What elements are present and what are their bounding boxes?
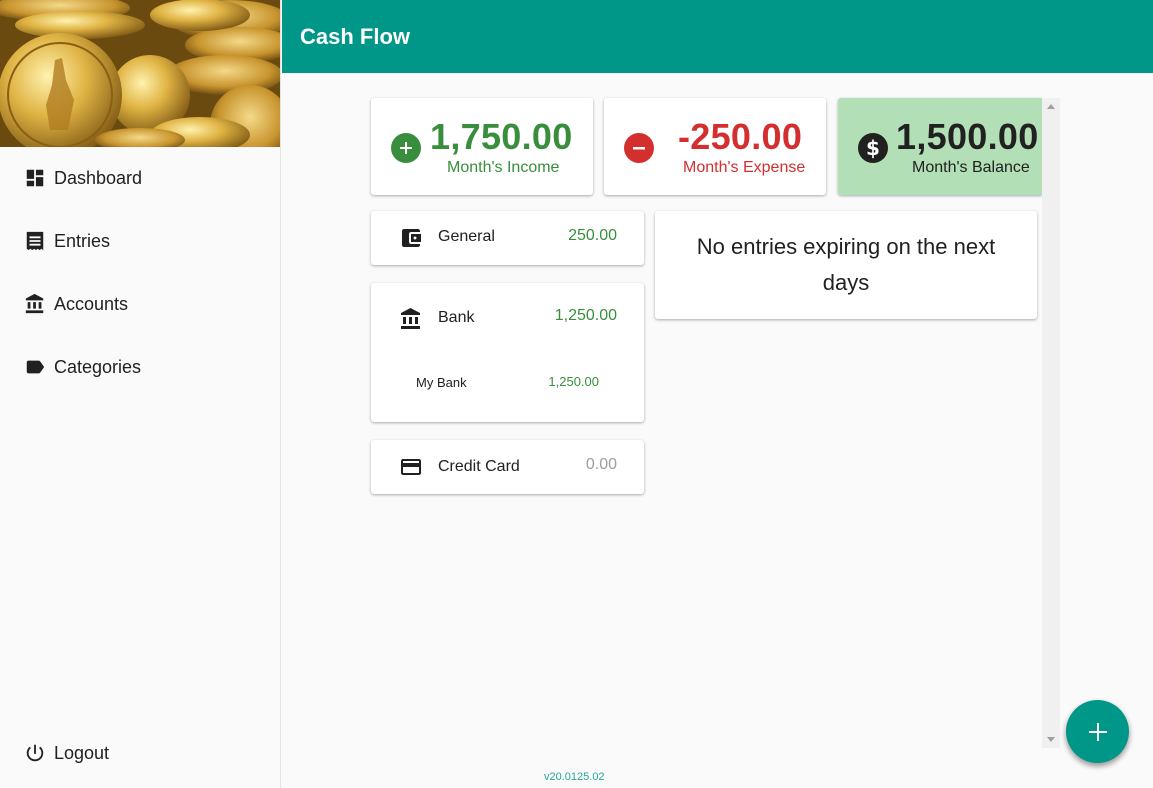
sidebar-item-accounts[interactable]: Accounts (0, 280, 280, 328)
expense-card: -250.00 Month's Expense (604, 98, 826, 195)
expense-value: -250.00 (678, 116, 803, 157)
account-amount: 1,250.00 (554, 307, 617, 324)
main-content: 1,750.00 Month's Income -250.00 Month's … (282, 73, 1153, 788)
balance-label: Month's Balance (912, 159, 1030, 176)
logout-label: Logout (54, 742, 110, 763)
account-amount: 0.00 (585, 456, 617, 473)
credit-card-icon (399, 455, 423, 479)
account-card-general[interactable]: General 250.00 (371, 211, 644, 265)
app-bar: Cash Flow (282, 0, 1153, 73)
scroll-up-arrow-icon[interactable] (1047, 104, 1055, 109)
account-name: Credit Card (438, 458, 520, 475)
wallet-icon (399, 226, 423, 250)
sidebar-item-dashboard[interactable]: Dashboard (0, 154, 280, 202)
income-card: 1,750.00 Month's Income (371, 98, 593, 195)
sidebar-item-label: Accounts (54, 293, 129, 314)
dollar-circle-icon: $ (858, 133, 888, 163)
account-name: Bank (438, 309, 475, 326)
account-card-bank[interactable]: Bank 1,250.00 My Bank 1,250.00 (371, 283, 644, 422)
add-entry-button[interactable] (1066, 700, 1129, 763)
page-title: Cash Flow (300, 23, 411, 49)
account-amount: 250.00 (568, 227, 617, 244)
income-label: Month's Income (447, 159, 560, 176)
app-version: v20.0125.02 (544, 771, 605, 783)
expiring-entries-card: No entries expiring on the next days (655, 211, 1037, 319)
account-name: General (438, 228, 495, 245)
sidebar-item-label: Entries (54, 230, 111, 251)
sidebar-item-label: Categories (54, 356, 142, 377)
account-card-credit-card[interactable]: Credit Card 0.00 (371, 440, 644, 494)
balance-value: 1,500.00 (896, 116, 1039, 157)
plus-icon (1088, 722, 1107, 741)
plus-circle-icon (391, 133, 421, 163)
sub-account-name[interactable]: My Bank (416, 375, 467, 390)
income-value: 1,750.00 (430, 116, 573, 157)
label-icon (24, 356, 46, 378)
scroll-down-arrow-icon[interactable] (1047, 737, 1055, 742)
logout-button[interactable]: Logout (0, 729, 280, 777)
minus-circle-icon (624, 133, 654, 163)
entries-icon (24, 230, 46, 252)
bank-icon (24, 293, 46, 315)
expense-label: Month's Expense (683, 159, 806, 176)
bank-icon (399, 307, 423, 331)
sidebar-item-label: Dashboard (54, 167, 143, 188)
sidebar-item-entries[interactable]: Entries (0, 217, 280, 265)
sub-account-amount: 1,250.00 (548, 374, 599, 389)
gold-coins-banner (0, 0, 280, 147)
sidebar-item-categories[interactable]: Categories (0, 343, 280, 391)
scrollbar[interactable] (1042, 98, 1060, 748)
power-icon (24, 742, 46, 764)
dashboard-icon (24, 167, 46, 189)
balance-card: $ 1,500.00 Month's Balance (838, 98, 1043, 195)
sidebar: Dashboard Entries Accounts Categories Lo… (0, 0, 281, 788)
expiring-entries-message: No entries expiring on the next days (696, 234, 996, 295)
